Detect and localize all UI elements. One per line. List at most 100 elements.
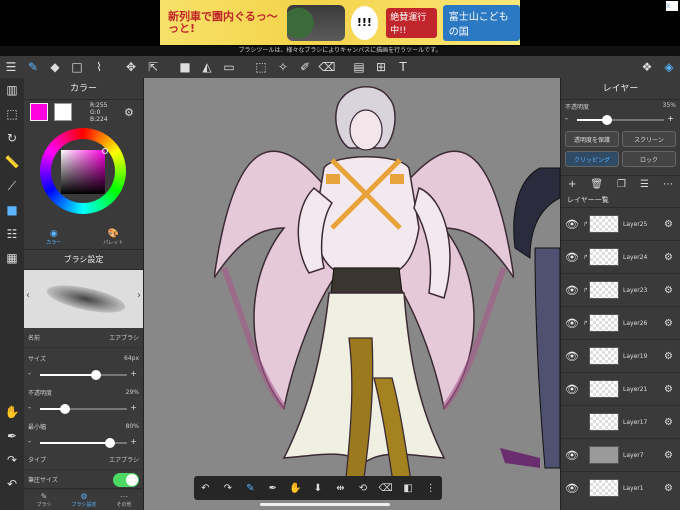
slider-knob[interactable] [90, 370, 101, 380]
drawing-canvas[interactable] [144, 78, 560, 510]
brush-quick-icon[interactable]: ✎ [241, 483, 259, 494]
brush-opacity-slider[interactable]: - + [24, 402, 143, 416]
layer-more-icon[interactable]: ⋯ [663, 179, 673, 190]
delete-layer-icon[interactable]: 🗑 [590, 179, 603, 190]
select-eraser-icon[interactable]: ⌫ [316, 56, 338, 78]
eye-icon[interactable]: 👁 [561, 350, 583, 363]
rotate-reset-icon[interactable]: ⟲ [354, 483, 372, 494]
minus-icon[interactable]: - [28, 403, 31, 412]
menu-icon[interactable]: ☰ [0, 56, 22, 78]
transform-tool-icon[interactable]: ⇱ [142, 56, 164, 78]
next-brush-icon[interactable]: › [137, 290, 141, 301]
layer-opacity-slider[interactable]: - + [561, 113, 680, 127]
magic-wand-icon[interactable]: ✧ [272, 56, 294, 78]
color-panel-icon[interactable]: ■ [0, 198, 24, 222]
minus-icon[interactable]: - [28, 369, 31, 378]
select-pen-icon[interactable]: ✐ [294, 56, 316, 78]
hue-marker[interactable] [102, 148, 108, 154]
eyedropper-icon[interactable]: ✒ [0, 424, 24, 448]
eye-icon[interactable]: 👁 [561, 383, 583, 396]
panel-tool-icon[interactable]: ⊞ [370, 56, 392, 78]
slider-knob[interactable] [104, 438, 115, 448]
snap-icon[interactable]: ⟋ [0, 174, 24, 198]
layer-row[interactable]: 👁 Layer19 ⚙ [561, 339, 680, 372]
hand-tool-icon[interactable]: ✋ [0, 400, 24, 424]
slider-knob[interactable] [60, 404, 71, 414]
layer-row[interactable]: 👁 ↱ Layer25 ⚙ [561, 207, 680, 240]
layer-settings-gear-icon[interactable]: ⚙ [664, 483, 680, 494]
layer-row[interactable]: 👁 ↱ Layer23 ⚙ [561, 273, 680, 306]
plus-icon[interactable]: + [667, 114, 674, 123]
shape-tool-icon[interactable]: □ [66, 56, 88, 78]
layer-row[interactable]: 👁 Layer7 ⚙ [561, 438, 680, 471]
gradient-tool-icon[interactable]: ▭ [218, 56, 240, 78]
layers-icon[interactable]: ◈ [658, 56, 680, 78]
materials-icon[interactable]: ❖ [636, 56, 658, 78]
selection-layer-icon[interactable]: ⬚ [0, 102, 24, 126]
brush-tool-icon[interactable]: ✎ [22, 56, 44, 78]
layer-row[interactable]: 👁 ↱ Layer24 ⚙ [561, 240, 680, 273]
fill-color-icon[interactable]: ■ [174, 56, 196, 78]
bucket-tool-icon[interactable]: ◭ [196, 56, 218, 78]
brush-min-width-slider[interactable]: - + [24, 436, 143, 450]
layer-settings-gear-icon[interactable]: ⚙ [664, 417, 680, 428]
minus-icon[interactable]: - [565, 114, 568, 123]
layer-row[interactable]: 👁 Layer1 ⚙ [561, 471, 680, 504]
layer-settings-gear-icon[interactable]: ⚙ [664, 285, 680, 296]
eye-icon[interactable]: 👁 [561, 482, 583, 495]
layer-settings-gear-icon[interactable]: ⚙ [664, 318, 680, 329]
duplicate-layer-icon[interactable]: ❐ [617, 179, 626, 190]
layer-settings-gear-icon[interactable]: ⚙ [664, 450, 680, 461]
layer-settings-gear-icon[interactable]: ⚙ [664, 219, 680, 230]
ruler-icon[interactable]: 📏 [0, 150, 24, 174]
fill-quick-icon[interactable]: ⬇ [309, 483, 327, 494]
more-quick-icon[interactable]: ⋮ [422, 483, 440, 494]
lock-button[interactable]: ロック [622, 151, 676, 167]
redo-icon[interactable]: ↷ [219, 483, 237, 494]
layer-row[interactable]: Layer17 ⚙ [561, 405, 680, 438]
pressure-size-toggle[interactable] [113, 472, 139, 487]
flip-quick-icon[interactable]: ⇹ [331, 483, 349, 494]
saturation-square[interactable] [61, 150, 105, 194]
text-tool-icon[interactable]: T [392, 56, 414, 78]
layer-settings-gear-icon[interactable]: ⚙ [664, 252, 680, 263]
color-settings-gear-icon[interactable]: ⚙ [124, 106, 134, 119]
add-layer-icon[interactable]: + [568, 179, 576, 190]
eye-icon[interactable]: 👁 [561, 449, 583, 462]
eye-icon[interactable]: 👁 [561, 317, 583, 330]
frame-tool-icon[interactable]: ▤ [348, 56, 370, 78]
main-color-swatch[interactable] [30, 103, 48, 121]
tab-palette[interactable]: 🎨 パレット [84, 226, 144, 249]
brush-size-slider[interactable]: - + [24, 368, 143, 382]
layer-row[interactable]: 👁 ↱ Layer26 ⚙ [561, 306, 680, 339]
prev-brush-icon[interactable]: ‹ [26, 290, 30, 301]
layer-row[interactable]: 👁 Layer21 ⚙ [561, 372, 680, 405]
rotate-icon[interactable]: ↻ [0, 126, 24, 150]
ad-close-icon[interactable]: x [666, 1, 678, 11]
sub-color-swatch[interactable] [54, 103, 72, 121]
brush-name-row[interactable]: 名前 エアブラシ [24, 328, 143, 348]
slider-knob[interactable] [602, 115, 613, 125]
layer-settings-gear-icon[interactable]: ⚙ [664, 351, 680, 362]
plus-icon[interactable]: + [130, 369, 137, 378]
eye-icon[interactable]: 👁 [561, 284, 583, 297]
clear-quick-icon[interactable]: ⌫ [377, 483, 395, 494]
hand-quick-icon[interactable]: ✋ [286, 483, 304, 494]
lasso-tool-icon[interactable]: ⌇ [88, 56, 110, 78]
undo-icon[interactable]: ↶ [0, 472, 24, 496]
protect-alpha-button[interactable]: 透明度を保護 [565, 131, 619, 147]
eye-icon[interactable]: 👁 [561, 218, 583, 231]
tab-brush[interactable]: ✎ ブラシ [24, 489, 64, 510]
tab-brush-settings[interactable]: ⚙ ブラシ設定 [64, 489, 104, 510]
undo-icon[interactable]: ↶ [196, 483, 214, 494]
eraser-tool-icon[interactable]: ◆ [44, 56, 66, 78]
tab-color[interactable]: ◉ カラー [24, 226, 84, 249]
eye-icon[interactable]: 👁 [561, 251, 583, 264]
plus-icon[interactable]: + [130, 403, 137, 412]
ad-banner[interactable]: 新列車で園内ぐるっ〜っと! !!! 絶賛運行中!! 富士山こどもの国 [160, 0, 520, 45]
clipping-button[interactable]: クリッピング [565, 151, 619, 167]
layer-quick-icon[interactable]: ◧ [399, 483, 417, 494]
minus-icon[interactable]: - [28, 437, 31, 446]
tab-other[interactable]: ⋯ その他 [104, 489, 144, 510]
plus-icon[interactable]: + [130, 437, 137, 446]
